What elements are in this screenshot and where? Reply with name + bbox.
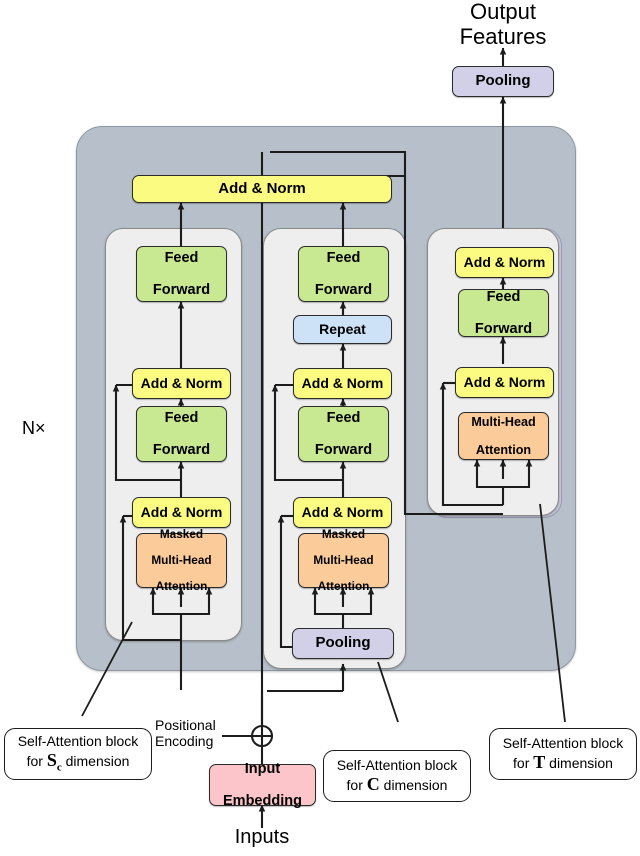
callout-c-dimension: Self-Attention block for C dimension bbox=[323, 750, 471, 802]
c-pooling-block: Pooling bbox=[292, 628, 394, 659]
sc-add-norm-upper: Add & Norm bbox=[132, 368, 231, 399]
sc-feed-forward-top: Feed Forward bbox=[136, 246, 227, 302]
c-add-norm-upper: Add & Norm bbox=[293, 368, 392, 399]
sc-masked-multi-head-attention: Masked Multi-Head Attention bbox=[136, 527, 227, 593]
c-repeat-block: Repeat bbox=[293, 315, 392, 344]
t-feed-forward: Feed Forward bbox=[458, 289, 549, 337]
inputs-label: Inputs bbox=[234, 826, 290, 848]
sc-add-norm-lower: Add & Norm bbox=[132, 497, 231, 528]
sc-feed-forward-lower: Feed Forward bbox=[136, 406, 227, 462]
output-pooling-block: Pooling bbox=[452, 66, 554, 97]
positional-encoding-label: Positional Encoding bbox=[155, 717, 216, 749]
t-add-norm-lower: Add & Norm bbox=[455, 367, 554, 398]
n-times-label: N× bbox=[22, 418, 46, 438]
c-add-norm-lower: Add & Norm bbox=[293, 497, 392, 528]
t-add-norm-upper: Add & Norm bbox=[455, 247, 554, 278]
c-feed-forward-top: Feed Forward bbox=[298, 246, 389, 302]
output-features-label: Output Features bbox=[459, 0, 547, 49]
t-multi-head-attention: Multi-Head Attention bbox=[458, 412, 549, 460]
architecture-diagram: Output Features Pooling Add & Norm N× Fe… bbox=[0, 0, 640, 856]
callout-sc-dimension: Self-Attention block for Sc dimension bbox=[4, 728, 152, 780]
c-masked-multi-head-attention: Masked Multi-Head Attention bbox=[298, 527, 389, 593]
top-add-norm-block: Add & Norm bbox=[132, 175, 392, 203]
input-embedding-block: Input Embedding bbox=[209, 761, 316, 809]
callout-t-dimension: Self-Attention block for T dimension bbox=[489, 728, 637, 780]
c-feed-forward-lower: Feed Forward bbox=[298, 406, 389, 462]
